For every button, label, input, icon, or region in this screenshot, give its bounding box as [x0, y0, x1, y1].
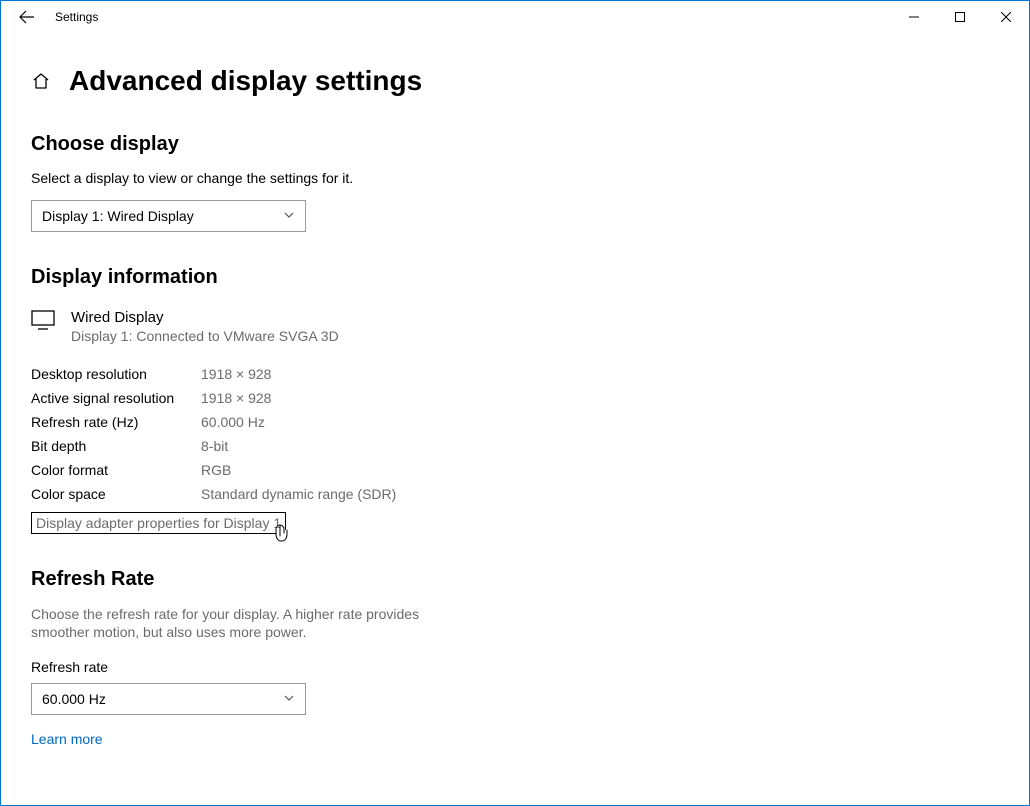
- info-value: 8-bit: [201, 438, 228, 454]
- display-name: Wired Display: [71, 309, 339, 326]
- app-title: Settings: [55, 10, 98, 24]
- info-value: RGB: [201, 462, 231, 478]
- minimize-button[interactable]: [891, 1, 937, 33]
- maximize-button[interactable]: [937, 1, 983, 33]
- info-value: 1918 × 928: [201, 366, 271, 382]
- table-row: Bit depth 8-bit: [31, 434, 999, 458]
- close-icon: [1001, 12, 1011, 22]
- info-label: Color format: [31, 462, 201, 478]
- info-value: 1918 × 928: [201, 390, 271, 406]
- close-button[interactable]: [983, 1, 1029, 33]
- choose-display-section: Choose display Select a display to view …: [31, 133, 999, 232]
- table-row: Color space Standard dynamic range (SDR): [31, 482, 999, 506]
- chevron-down-icon: [283, 208, 295, 224]
- refresh-rate-select[interactable]: 60.000 Hz: [31, 683, 306, 715]
- arrow-left-icon: [19, 9, 35, 25]
- refresh-rate-description: Choose the refresh rate for your display…: [31, 605, 451, 641]
- choose-display-description: Select a display to view or change the s…: [31, 170, 999, 186]
- learn-more-link[interactable]: Learn more: [31, 731, 103, 747]
- table-row: Active signal resolution 1918 × 928: [31, 386, 999, 410]
- info-label: Bit depth: [31, 438, 201, 454]
- refresh-rate-section: Refresh Rate Choose the refresh rate for…: [31, 568, 999, 749]
- info-label: Active signal resolution: [31, 390, 201, 406]
- adapter-link-text: Display adapter properties for Display 1: [36, 515, 281, 531]
- display-select[interactable]: Display 1: Wired Display: [31, 200, 306, 232]
- info-value: Standard dynamic range (SDR): [201, 486, 396, 502]
- display-info-heading: Display information: [31, 266, 999, 289]
- info-value: 60.000 Hz: [201, 414, 265, 430]
- display-connection: Display 1: Connected to VMware SVGA 3D: [71, 328, 339, 344]
- maximize-icon: [955, 12, 965, 22]
- cursor-icon: [275, 524, 291, 545]
- table-row: Color format RGB: [31, 458, 999, 482]
- table-row: Desktop resolution 1918 × 928: [31, 362, 999, 386]
- refresh-rate-label: Refresh rate: [31, 659, 999, 675]
- page-title: Advanced display settings: [69, 65, 422, 97]
- table-row: Refresh rate (Hz) 60.000 Hz: [31, 410, 999, 434]
- display-information-section: Display information Wired Display Displa…: [31, 266, 999, 534]
- info-label: Color space: [31, 486, 201, 502]
- refresh-rate-heading: Refresh Rate: [31, 568, 999, 591]
- display-adapter-link[interactable]: Display adapter properties for Display 1: [31, 512, 286, 534]
- refresh-rate-value: 60.000 Hz: [42, 691, 106, 707]
- page-header: Advanced display settings: [31, 65, 999, 97]
- display-select-value: Display 1: Wired Display: [42, 208, 194, 224]
- choose-display-heading: Choose display: [31, 133, 999, 156]
- titlebar: Settings: [1, 1, 1029, 33]
- window-controls: [891, 1, 1029, 33]
- display-info-table: Desktop resolution 1918 × 928 Active sig…: [31, 362, 999, 506]
- info-label: Refresh rate (Hz): [31, 414, 201, 430]
- chevron-down-icon: [283, 691, 295, 707]
- home-icon[interactable]: [31, 71, 51, 91]
- info-label: Desktop resolution: [31, 366, 201, 382]
- monitor-icon: [31, 309, 55, 331]
- minimize-icon: [909, 12, 919, 22]
- back-button[interactable]: [11, 1, 43, 33]
